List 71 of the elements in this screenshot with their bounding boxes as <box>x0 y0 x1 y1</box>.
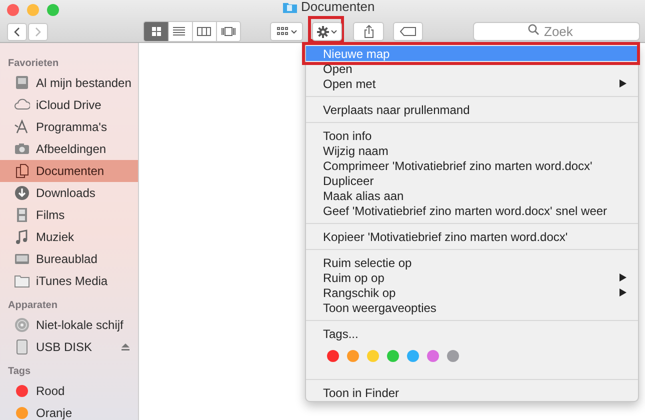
search-field[interactable]: Zoek <box>473 22 640 41</box>
menu-item[interactable]: Open met <box>306 76 638 91</box>
camera-icon <box>14 141 30 157</box>
caret-icon <box>290 30 296 34</box>
menu-item[interactable]: Wijzig naam <box>306 143 638 158</box>
menu-item[interactable]: Toon weergaveopties <box>306 300 638 315</box>
download-icon <box>14 185 30 201</box>
icon-grid-icon <box>152 27 160 36</box>
sidebar-item[interactable]: Niet-lokale schijf <box>0 314 138 336</box>
menu-item[interactable]: Ruim selectie op <box>306 255 638 270</box>
arrange-button[interactable] <box>270 22 303 41</box>
sidebar-item[interactable]: Rood <box>0 380 138 402</box>
list-lines-icon <box>173 27 188 36</box>
menu-item[interactable]: Ruim op op <box>306 270 638 285</box>
chevron-left-icon <box>14 26 20 36</box>
action-button[interactable] <box>312 22 342 41</box>
close-button[interactable] <box>7 4 19 16</box>
zoom-button[interactable] <box>47 4 59 16</box>
sidebar-item[interactable]: iTunes Media <box>0 270 138 292</box>
sidebar-item[interactable]: Downloads <box>0 182 138 204</box>
view-mode-tab[interactable] <box>192 22 216 41</box>
menu-item[interactable]: Open <box>306 61 638 76</box>
menu-item[interactable]: Verplaats naar prullenmand <box>306 102 638 117</box>
disc-icon <box>14 317 30 333</box>
menu-item[interactable]: Tags... <box>306 326 638 341</box>
folder-icon <box>283 1 297 13</box>
gear-icon <box>317 26 329 38</box>
menu-item[interactable]: Geef 'Motivatiebrief zino marten word.docx' snel weer <box>306 203 638 218</box>
documents-icon <box>14 163 30 179</box>
external-drive-icon <box>14 339 30 355</box>
columns-icon <box>197 27 212 36</box>
section-header: Tags <box>7 365 32 379</box>
view-mode-tab[interactable] <box>216 22 240 41</box>
sidebar-item[interactable]: Oranje <box>0 402 138 420</box>
section-header: Apparaten <box>7 299 58 313</box>
sidebar-item[interactable]: Bureaublad <box>0 248 138 270</box>
share-button[interactable] <box>353 22 384 41</box>
sidebar-item[interactable]: USB DISK <box>0 336 138 358</box>
sidebar-item[interactable]: Afbeeldingen <box>0 138 138 160</box>
sidebar-item[interactable]: Documenten <box>0 160 138 182</box>
tag-button[interactable] <box>393 22 423 41</box>
search-icon <box>528 24 539 34</box>
gallery-icon <box>221 27 236 36</box>
sidebar-item[interactable]: iCloud Drive <box>0 94 138 116</box>
window-title: Documenten <box>301 0 375 14</box>
view-mode-tab[interactable] <box>168 22 192 41</box>
menu-item[interactable]: Toon info <box>306 128 638 143</box>
menu-item[interactable]: Comprimeer 'Motivatiebrief zino marten word.docx' <box>306 158 638 173</box>
menu-item[interactable]: Kopieer 'Motivatiebrief zino marten word.docx' <box>306 229 638 244</box>
tag-icon <box>400 27 416 36</box>
sidebar-item[interactable]: Films <box>0 204 138 226</box>
sidebar-item[interactable]: Al mijn bestanden <box>0 72 138 94</box>
grid-icon <box>276 27 288 36</box>
menu-item[interactable]: Rangschik op <box>306 285 638 300</box>
menu-item[interactable]: Dupliceer <box>306 173 638 188</box>
drive-icon <box>14 75 30 91</box>
menu-item[interactable]: Toon in Finder <box>306 385 638 400</box>
film-icon <box>14 207 30 223</box>
sidebar-item[interactable]: Muziek <box>0 226 138 248</box>
chevron-right-icon <box>35 26 41 36</box>
folder-icon <box>14 273 30 289</box>
share-icon <box>364 25 374 38</box>
view-mode-tab[interactable] <box>144 22 168 41</box>
desktop-icon <box>14 251 30 267</box>
compass-icon <box>14 119 30 135</box>
sidebar-item[interactable]: Programma's <box>0 116 138 138</box>
menu-item[interactable]: Maak alias aan <box>306 188 638 203</box>
caret-icon <box>331 30 337 34</box>
back-button[interactable] <box>7 22 27 40</box>
music-note-icon <box>14 229 30 245</box>
section-header: Favorieten <box>7 57 60 71</box>
